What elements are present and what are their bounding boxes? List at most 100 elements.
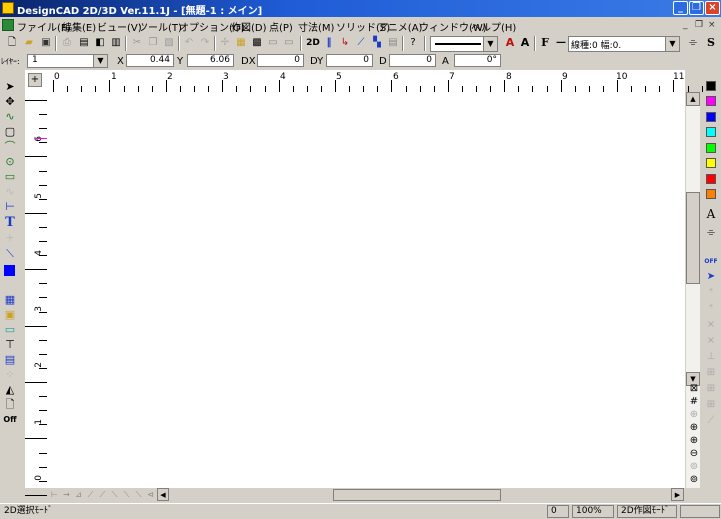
snap-tangent-icon[interactable]: ⟋ [704, 414, 718, 428]
move-point-icon[interactable]: ✥ [3, 95, 17, 109]
perspective-icon[interactable]: ⟋ [354, 36, 368, 50]
grid-snap-icon[interactable]: ▚ [370, 36, 384, 50]
font-color-icon[interactable]: A [503, 36, 517, 50]
scroll-left-button[interactable]: ◀ [157, 488, 169, 501]
color-swatch-red[interactable] [706, 174, 716, 184]
color-swatch-green[interactable] [706, 143, 716, 153]
x-coordinate-field[interactable]: 0.44 [126, 54, 174, 67]
off-button[interactable]: Off [3, 413, 17, 427]
y-coordinate-field[interactable]: 6.06 [187, 54, 234, 67]
arc-icon[interactable]: ⌒ [3, 140, 17, 154]
menu-animation[interactable]: アニメ(A) [378, 19, 422, 34]
rectangle-icon[interactable]: ▭ [3, 170, 17, 184]
copy-icon[interactable]: ❐ [146, 36, 160, 50]
color-swatch-yellow[interactable] [706, 158, 716, 168]
clipboard-icon[interactable]: ▦ [234, 36, 248, 50]
menu-help[interactable]: ヘルプ(H) [471, 19, 516, 34]
app-icon[interactable] [2, 2, 14, 14]
snap-icon[interactable]: + [3, 231, 17, 245]
menu-point[interactable]: 点(P) [269, 19, 293, 34]
close-button[interactable]: × [705, 1, 720, 15]
tab-view-icon[interactable]: → [61, 489, 72, 500]
color-swatch-cyan[interactable] [706, 127, 716, 137]
undo-icon[interactable]: ↶ [182, 36, 196, 50]
print-setup-icon[interactable]: ▤ [77, 36, 91, 50]
snap-object-icon[interactable]: ⊞ [704, 398, 718, 412]
redo-icon[interactable]: ↷ [198, 36, 212, 50]
dimension-icon[interactable]: ⊢ [3, 200, 17, 214]
table-icon[interactable]: ⊤ [3, 338, 17, 352]
chevron-down-icon[interactable]: ▼ [93, 55, 107, 67]
line-icon[interactable]: ⟍ [3, 247, 17, 261]
grid-icon[interactable]: # [688, 396, 700, 408]
tab-view-icon[interactable]: ⟍ [133, 489, 144, 500]
drawing-canvas[interactable] [47, 92, 685, 488]
2d-mode-button[interactable]: 2D [304, 36, 322, 50]
print-preview-icon[interactable]: ◧ [93, 36, 107, 50]
menu-view[interactable]: ビュー(V) [97, 19, 142, 34]
layer-dropdown[interactable]: 1 ▼ [27, 54, 108, 68]
document-icon[interactable] [2, 19, 14, 31]
tab-view-icon[interactable]: ⟋ [85, 489, 96, 500]
zoom-out-icon[interactable]: ⊖ [688, 448, 700, 460]
zoom-icon[interactable]: ⊕ [688, 409, 700, 421]
horizontal-scroll-thumb[interactable] [333, 489, 501, 501]
tab-view-icon[interactable]: ⊢ [49, 489, 60, 500]
zoom-window-icon[interactable]: ⊠ [688, 383, 700, 395]
window-icon[interactable]: ▭ [282, 36, 296, 50]
chevron-down-icon[interactable]: ▼ [483, 37, 497, 51]
extrude-icon[interactable]: ▭ [3, 323, 17, 337]
snap-end-icon[interactable]: × [704, 334, 718, 348]
snap-intersection-icon[interactable]: × [704, 318, 718, 332]
ruler-origin-button[interactable]: + [28, 73, 42, 87]
color-swatch-blue[interactable] [706, 112, 716, 122]
color-swatch-black[interactable] [706, 81, 716, 91]
tab-view-icon[interactable]: ⟍ [121, 489, 132, 500]
zoom-plus-icon[interactable]: ⊕ [688, 435, 700, 447]
menu-dimension[interactable]: 寸法(M) [298, 19, 334, 34]
color-swatch-magenta[interactable] [706, 96, 716, 106]
cut-icon[interactable]: ✂ [130, 36, 144, 50]
snap-grid-icon[interactable]: ⊞ [704, 366, 718, 380]
maximize-button[interactable]: ❐ [689, 1, 704, 15]
line-width-icon[interactable]: — [554, 36, 568, 50]
cursor-snap-icon[interactable]: ➤ [704, 270, 718, 284]
curve-icon[interactable]: ∿ [3, 185, 17, 199]
font-icon[interactable]: A [518, 36, 532, 50]
mdi-restore-button[interactable]: ❐ [695, 20, 703, 30]
paste-icon[interactable]: ▧ [162, 36, 176, 50]
chevron-down-icon[interactable]: ▼ [665, 37, 679, 51]
style-button[interactable]: S [704, 36, 718, 50]
menu-edit[interactable]: 編集(E) [62, 19, 96, 34]
view-icon[interactable]: ▭ [266, 36, 280, 50]
mdi-close-button[interactable]: × [708, 20, 716, 30]
minimize-button[interactable]: _ [673, 1, 688, 15]
circle-icon[interactable]: ⊙ [3, 155, 17, 169]
scroll-right-button[interactable]: ▶ [671, 488, 684, 501]
mdi-minimize-button[interactable]: _ [683, 20, 688, 30]
dy-field[interactable]: 0 [326, 54, 373, 67]
scroll-thumb[interactable] [686, 192, 700, 284]
fill-button[interactable]: F [538, 36, 552, 50]
dots-icon[interactable]: ⁘ [3, 368, 17, 382]
building-icon[interactable]: ▦ [3, 293, 17, 307]
line-style-dropdown[interactable]: ▼ [430, 36, 498, 52]
box-3d-icon[interactable]: ▢ [3, 125, 17, 139]
angle-field[interactable]: 0° [454, 54, 501, 67]
snap-midpoint-icon[interactable]: ⁺ [704, 302, 718, 316]
distance-field[interactable]: 0 [389, 54, 436, 67]
pause-icon[interactable]: ‖ [322, 36, 336, 50]
tab-view-icon[interactable]: ⟋ [97, 489, 108, 500]
window-tool-icon[interactable]: ▤ [3, 353, 17, 367]
tab-view-icon[interactable]: ⟍ [109, 489, 120, 500]
menu-tools[interactable]: ツール(T) [138, 19, 182, 34]
line-type-dropdown[interactable]: 線種:0 幅:0. ▼ [568, 36, 680, 52]
layer-icon[interactable]: ▩ [250, 36, 264, 50]
open-folder-icon[interactable]: ▰ [22, 36, 36, 50]
page-tool-icon[interactable]: 🗋 [3, 398, 17, 412]
help-pointer-icon[interactable]: ? [406, 36, 420, 50]
snap-perpendicular-icon[interactable]: ⊥ [704, 350, 718, 364]
text-style-button[interactable]: A [704, 207, 718, 221]
panel-icon[interactable]: ▤ [386, 36, 400, 50]
zoom-extents-icon[interactable]: ⊚ [688, 461, 700, 473]
